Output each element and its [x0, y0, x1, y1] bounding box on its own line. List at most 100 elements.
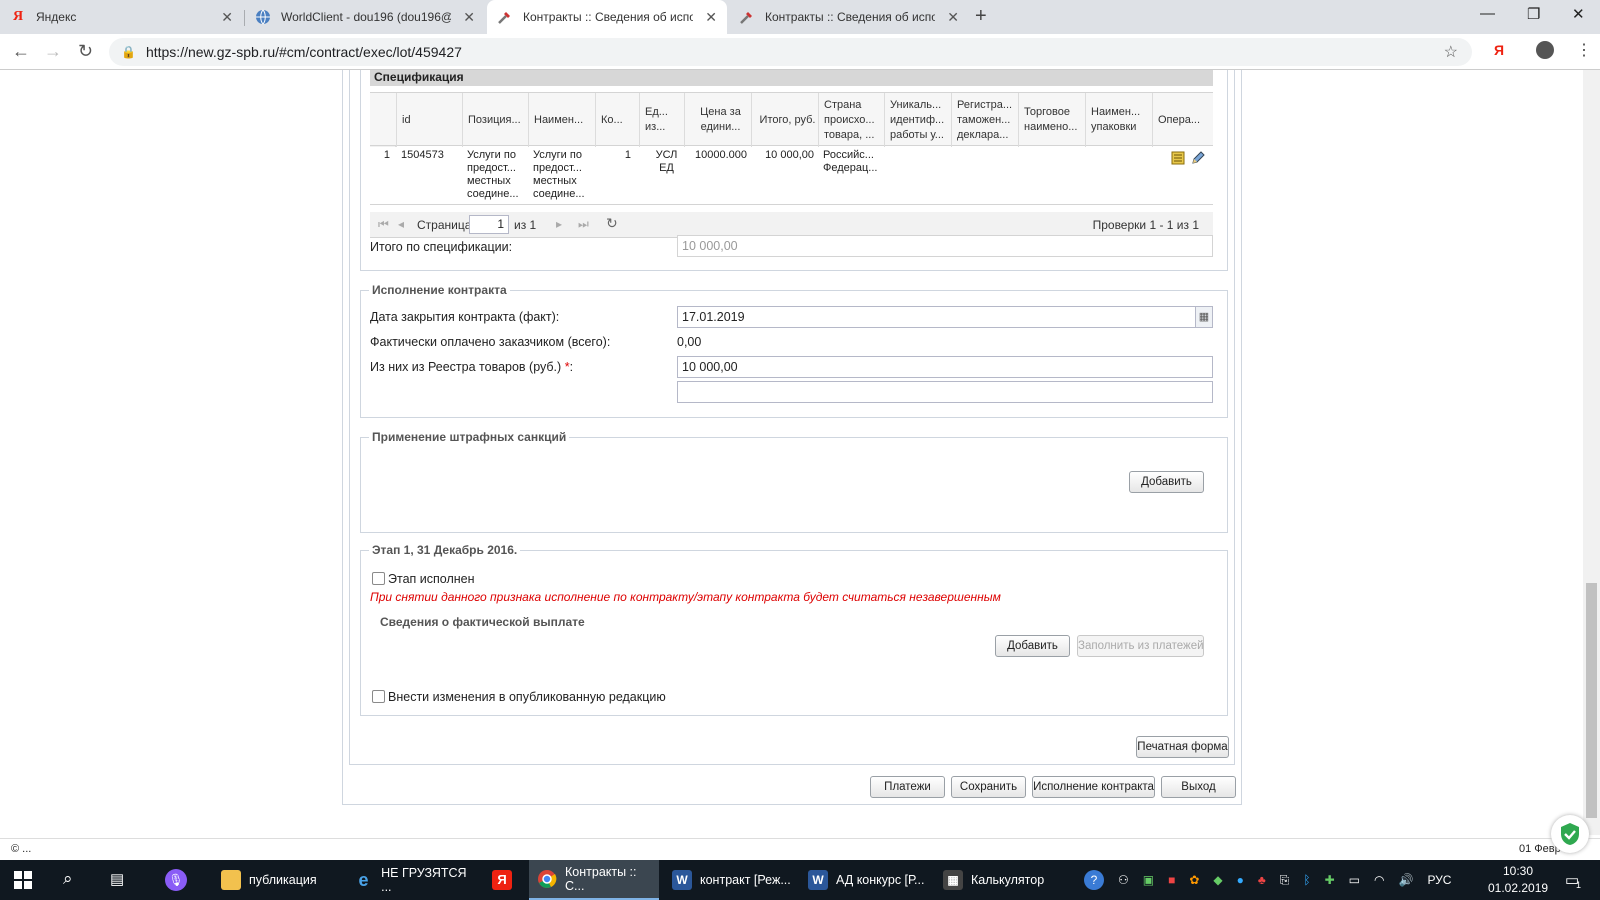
calendar-icon[interactable]: ▦	[1195, 307, 1212, 327]
yandex-browser-icon[interactable]: Я	[492, 870, 512, 890]
people-icon[interactable]: ⚇	[1118, 873, 1129, 887]
tray-app-icon[interactable]: ✚	[1325, 873, 1335, 887]
close-icon[interactable]: ✕	[221, 9, 233, 26]
help-icon[interactable]: ?	[1084, 870, 1104, 890]
windows-start-icon[interactable]	[14, 871, 32, 892]
tray-app-icon[interactable]: ♣	[1258, 873, 1266, 887]
wifi-icon[interactable]: ◠	[1374, 873, 1384, 887]
exit-button[interactable]: Выход	[1161, 776, 1236, 798]
print-form-button[interactable]: Печатная форма	[1136, 736, 1229, 758]
penalty-add-button[interactable]: Добавить	[1129, 471, 1204, 493]
tray-app-icon[interactable]: ▣	[1143, 873, 1154, 887]
first-page-icon[interactable]: ⏮	[378, 217, 389, 232]
close-date-value: 17.01.2019	[682, 310, 745, 324]
account-icon[interactable]	[1536, 41, 1554, 59]
col-header-price[interactable]: Цена за едини...	[684, 93, 751, 147]
search-icon[interactable]: ⌕	[63, 869, 73, 889]
minimize-icon[interactable]: —	[1480, 5, 1495, 22]
next-page-icon[interactable]: ▸	[556, 217, 562, 231]
close-icon[interactable]: ✕	[705, 9, 717, 26]
pencil-edit-icon[interactable]	[1190, 150, 1206, 169]
taskbar-item-calculator[interactable]: ▦ Калькулятор	[935, 860, 1065, 900]
spec-total-field: 10 000,00	[677, 235, 1213, 257]
tab-yandex[interactable]: Я Яндекс ✕	[0, 0, 243, 34]
calculator-icon: ▦	[943, 870, 963, 890]
spec-total-label: Итого по спецификации:	[370, 240, 513, 254]
reload-icon[interactable]: ↻	[78, 41, 93, 62]
close-window-icon[interactable]: ✕	[1572, 5, 1585, 23]
taskbar-item-word-1[interactable]: W контракт [Реж...	[664, 860, 794, 900]
extra-field[interactable]	[677, 381, 1213, 403]
bluetooth-icon[interactable]: ᛒ	[1303, 873, 1310, 887]
table-row[interactable]: 1 1504573 Услуги по предост... местных с…	[370, 147, 1213, 205]
page-number-input[interactable]: 1	[469, 215, 509, 234]
spec-section-title: Спецификация	[370, 70, 1213, 86]
col-header-unique-id[interactable]: Уникаль... идентиф... работы у...	[884, 93, 951, 147]
stage-done-checkbox[interactable]	[372, 572, 385, 585]
battery-icon[interactable]: ▭	[1349, 873, 1360, 887]
scrollbar-thumb[interactable]	[1586, 583, 1597, 818]
row-number: 1	[383, 149, 390, 161]
col-header-country[interactable]: Страна происхо... товара, ...	[818, 93, 884, 147]
col-header-trade-name[interactable]: Торговое наимено...	[1018, 93, 1085, 147]
taskbar-item-label: Контракты :: С...	[565, 865, 637, 893]
globe-icon	[255, 9, 271, 25]
payments-button[interactable]: Платежи	[870, 776, 945, 798]
cell-id: 1504573	[401, 149, 444, 161]
forward-arrow-icon[interactable]: →	[44, 41, 62, 62]
col-header-name[interactable]: Наимен...	[528, 93, 595, 147]
grid-header: id Позиция... Наимен... Ко... Ед... из..…	[370, 92, 1213, 147]
close-icon[interactable]: ✕	[947, 9, 959, 26]
col-header-total[interactable]: Итого, руб.	[751, 93, 818, 147]
paid-value: 0,00	[677, 335, 702, 349]
menu-dots-icon[interactable]: ⋮	[1576, 40, 1592, 60]
star-icon[interactable]: ☆	[1444, 42, 1458, 62]
taskbar-item-folder[interactable]: публикация	[213, 860, 340, 900]
task-view-icon[interactable]: ▤	[110, 870, 124, 888]
tray-app-icon[interactable]: ■	[1168, 873, 1175, 887]
tray-app-icon[interactable]: ◆	[1213, 873, 1222, 887]
fill-from-payments-button[interactable]: Заполнить из платежей	[1077, 635, 1204, 657]
taskbar-item-word-2[interactable]: W АД конкурс [Р...	[800, 860, 930, 900]
tray-app-icon[interactable]: ⎘	[1280, 873, 1290, 888]
col-header-qty[interactable]: Ко...	[595, 93, 639, 147]
language-indicator[interactable]: РУС	[1427, 873, 1451, 887]
col-header-customs[interactable]: Регистра... таможен... деклара...	[951, 93, 1018, 147]
volume-icon[interactable]: 🔊	[1398, 873, 1413, 887]
tab-worldclient[interactable]: WorldClient - dou196 (dou196@ ✕	[245, 0, 485, 34]
tray-app-icon[interactable]: ✿	[1189, 873, 1199, 887]
tray-app-icon[interactable]: ●	[1237, 873, 1244, 887]
close-date-field[interactable]: 17.01.2019 ▦	[677, 306, 1213, 328]
close-icon[interactable]: ✕	[463, 9, 475, 26]
refresh-icon[interactable]: ↻	[606, 215, 618, 232]
url-field[interactable]: 🔒 https://new.gz-spb.ru/#cm/contract/exe…	[109, 38, 1472, 66]
taskbar-item-chrome[interactable]: Контракты :: С...	[529, 860, 659, 900]
taskbar-item-label: НЕ ГРУЗЯТСЯ ...	[381, 866, 467, 894]
col-header-position[interactable]: Позиция...	[462, 93, 528, 147]
clock[interactable]: 10:30 01.02.2019	[1488, 863, 1548, 897]
save-button[interactable]: Сохранить	[951, 776, 1026, 798]
registry-amount-field[interactable]: 10 000,00	[677, 356, 1213, 378]
prev-page-icon[interactable]: ◂	[398, 217, 404, 231]
taskbar-item-ie[interactable]: e НЕ ГРУЗЯТСЯ ...	[346, 860, 476, 900]
tab-contracts-2[interactable]: Контракты :: Сведения об испол ✕	[729, 0, 969, 34]
back-arrow-icon[interactable]: ←	[12, 41, 30, 62]
details-icon[interactable]	[1170, 150, 1186, 169]
yandex-extension-icon[interactable]: Я	[1494, 42, 1504, 58]
tab-contracts-active[interactable]: Контракты :: Сведения об испол ✕	[487, 0, 727, 34]
new-tab-plus-icon[interactable]: +	[975, 5, 987, 28]
payment-add-button[interactable]: Добавить	[995, 635, 1070, 657]
col-header-package[interactable]: Наимен... упаковки	[1085, 93, 1152, 147]
page-label: Страница	[417, 218, 472, 232]
col-header-id[interactable]: id	[396, 93, 462, 147]
penalties-legend: Применение штрафных санкций	[369, 430, 570, 444]
edit-published-checkbox[interactable]	[372, 690, 385, 703]
execution-button[interactable]: Исполнение контракта	[1032, 776, 1155, 798]
col-header-operations[interactable]: Опера...	[1152, 93, 1213, 147]
col-header-unit[interactable]: Ед... из...	[639, 93, 684, 147]
security-shield-icon[interactable]	[1551, 815, 1589, 853]
clock-time: 10:30	[1502, 864, 1534, 878]
microphone-icon[interactable]: 🎙	[165, 869, 187, 891]
last-page-icon[interactable]: ⏭	[578, 217, 589, 232]
restore-icon[interactable]: ❐	[1527, 5, 1540, 23]
